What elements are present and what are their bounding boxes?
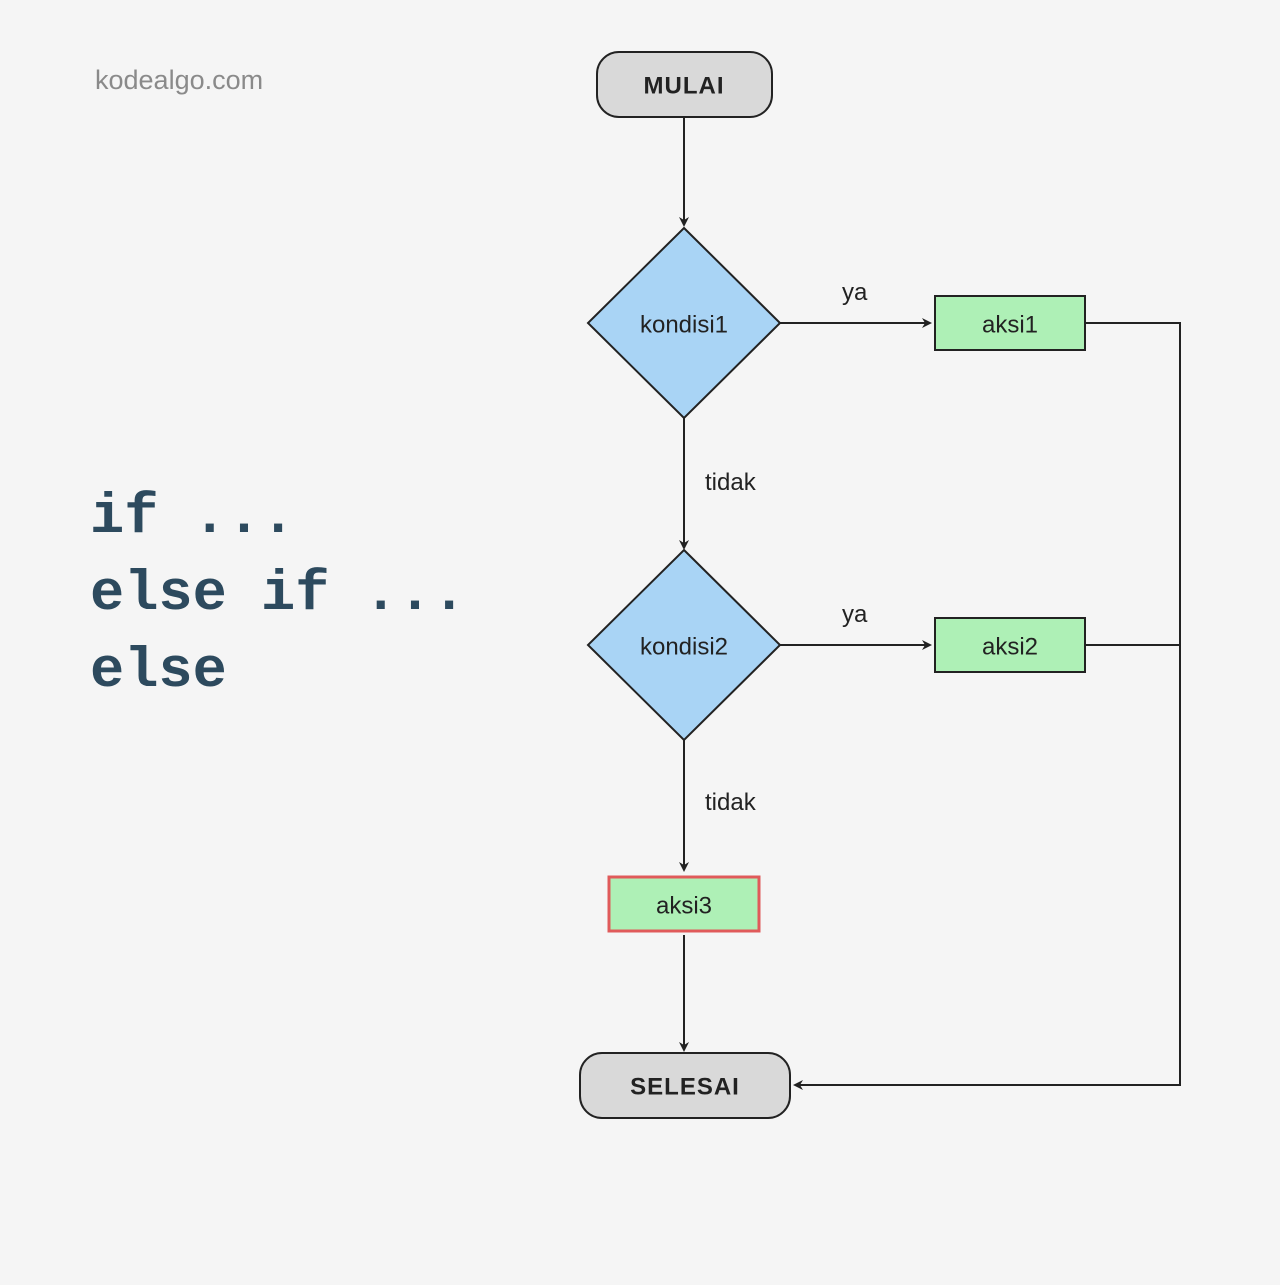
svg-text:MULAI: MULAI xyxy=(644,72,725,99)
node-action3: aksi3 xyxy=(609,877,759,931)
node-decision1: kondisi1 xyxy=(588,228,780,418)
node-action1: aksi1 xyxy=(935,296,1085,350)
svg-text:aksi3: aksi3 xyxy=(656,892,712,919)
svg-text:SELESAI: SELESAI xyxy=(630,1073,740,1100)
svg-text:aksi1: aksi1 xyxy=(982,311,1038,338)
label-no-1: tidak xyxy=(705,469,757,496)
svg-text:kondisi1: kondisi1 xyxy=(640,311,728,338)
flowchart-diagram: tidak ya tidak ya MULAI kondisi1 aksi1 k… xyxy=(0,0,1280,1285)
label-yes-1: ya xyxy=(842,279,868,306)
label-no-2: tidak xyxy=(705,789,757,816)
edge-action1-to-end xyxy=(795,323,1180,1085)
label-yes-2: ya xyxy=(842,601,868,628)
node-decision2: kondisi2 xyxy=(588,550,780,740)
node-action2: aksi2 xyxy=(935,618,1085,672)
svg-text:kondisi2: kondisi2 xyxy=(640,633,728,660)
svg-text:aksi2: aksi2 xyxy=(982,633,1038,660)
node-start: MULAI xyxy=(597,52,772,117)
node-end: SELESAI xyxy=(580,1053,790,1118)
